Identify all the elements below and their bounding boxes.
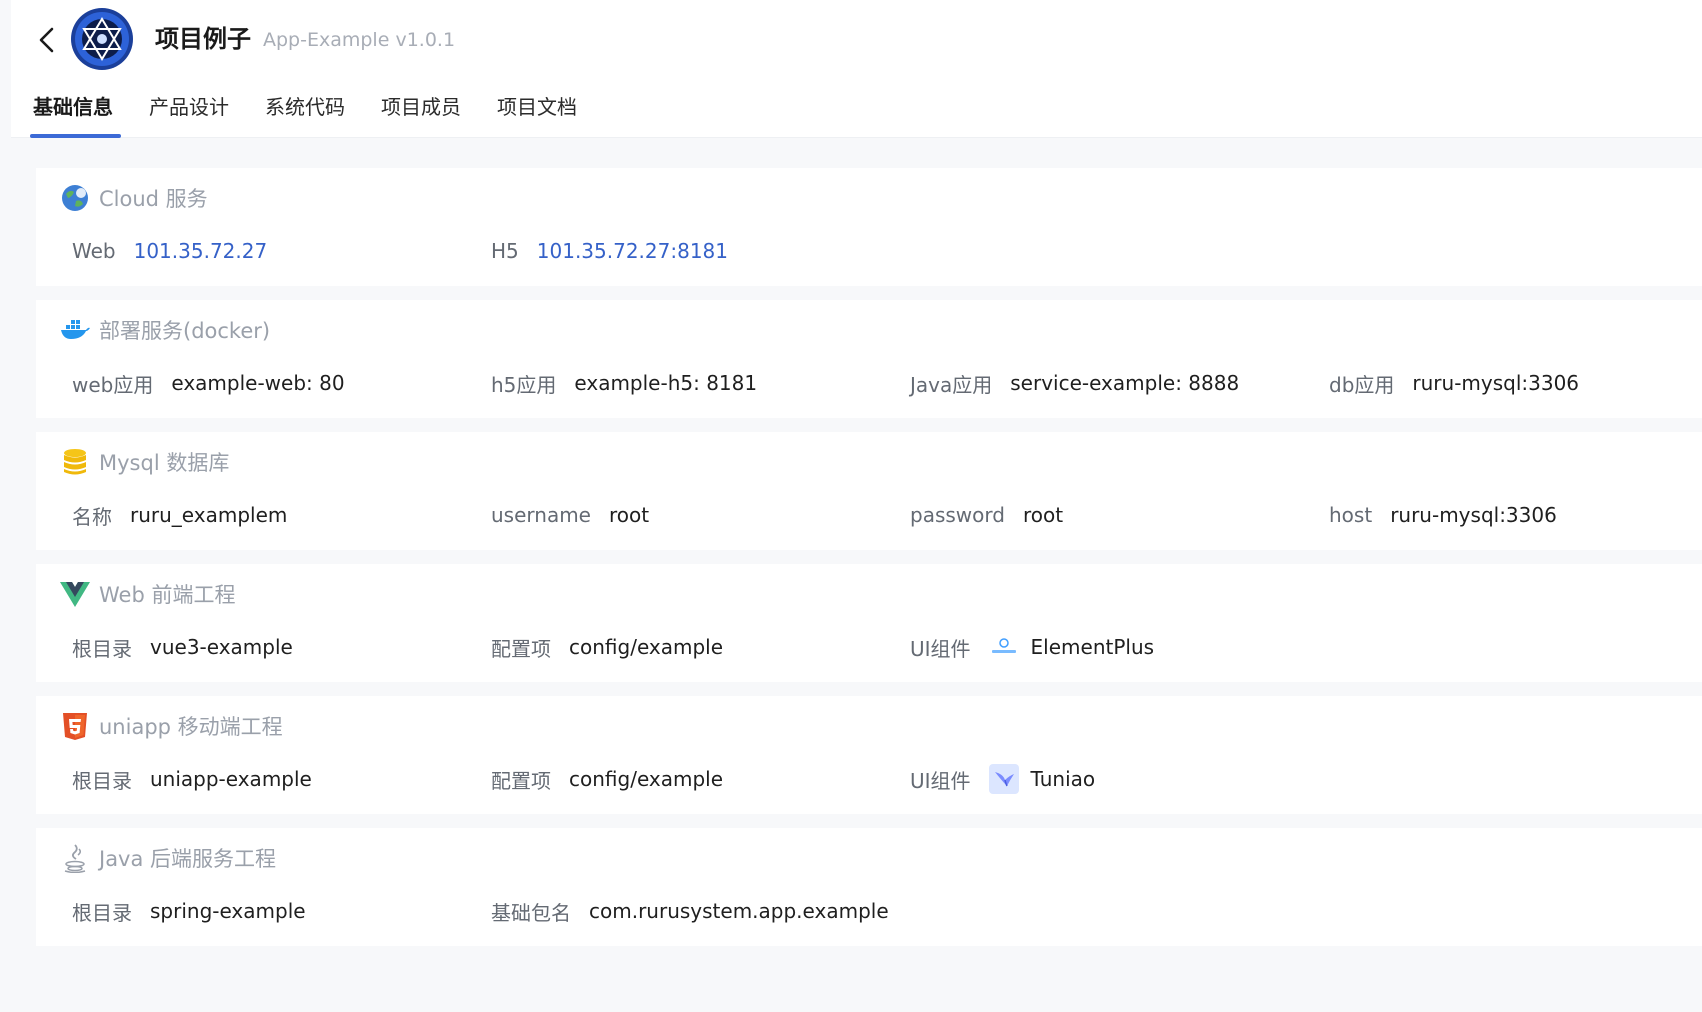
h5-address-link[interactable]: 101.35.72.27:8181: [537, 239, 728, 263]
field-web-app: web应用 example-web: 80: [72, 367, 345, 399]
field-value: root: [609, 503, 650, 527]
field-db-app: db应用 ruru-mysql:3306: [1329, 367, 1579, 399]
field-config: 配置项 config/example: [491, 631, 723, 663]
app-logo: [69, 6, 135, 72]
field-java-app: Java应用 service-example: 8888: [910, 367, 1239, 399]
field-label: 根目录: [72, 900, 132, 925]
section-header: Web 前端工程: [60, 578, 235, 610]
field-label: UI组件: [910, 768, 971, 793]
section-header: Cloud 服务: [60, 182, 208, 214]
tab-project-docs[interactable]: 项目文档: [497, 77, 577, 137]
field-h5-app: h5应用 example-h5: 8181: [491, 367, 757, 399]
field-value: spring-example: [150, 899, 306, 923]
field-value: service-example: 8888: [1010, 371, 1240, 395]
field-label: Web: [72, 239, 116, 263]
field-h5: H5 101.35.72.27:8181: [491, 235, 728, 267]
field-root-dir: 根目录 spring-example: [72, 895, 306, 927]
field-label: H5: [491, 239, 519, 263]
section-docker: 部署服务(docker) web应用 example-web: 80 h5应用 …: [36, 300, 1702, 418]
field-value: ElementPlus: [1030, 635, 1155, 659]
field-label: host: [1329, 503, 1373, 527]
field-label: 配置项: [491, 636, 551, 661]
back-button[interactable]: [27, 20, 67, 60]
field-value: vue3-example: [150, 635, 293, 659]
field-value: example-h5: 8181: [574, 371, 758, 395]
section-mysql: Mysql 数据库 名称 ruru_examplem username root…: [36, 432, 1702, 550]
field-label: 配置项: [491, 768, 551, 793]
html5-icon: [60, 711, 90, 741]
section-header: Mysql 数据库: [60, 446, 229, 478]
field-label: h5应用: [491, 372, 557, 397]
section-title: Web 前端工程: [99, 583, 236, 607]
page-title: 项目例子: [155, 25, 251, 53]
java-icon: [60, 843, 90, 873]
tab-bar: 基础信息 产品设计 系统代码 项目成员 项目文档: [11, 77, 1702, 138]
field-value: com.rurusystem.app.example: [589, 899, 889, 923]
section-title: Mysql 数据库: [99, 451, 230, 475]
field-value: ruru-mysql:3306: [1390, 503, 1557, 527]
field-config: 配置项 config/example: [491, 763, 723, 795]
database-icon: [60, 447, 90, 477]
field-value: root: [1022, 503, 1064, 527]
field-value: config/example: [569, 635, 724, 659]
field-value: Tuniao: [1030, 767, 1096, 791]
field-label: username: [491, 503, 591, 527]
tab-product-design[interactable]: 产品设计: [149, 77, 229, 137]
chevron-left-icon: [39, 27, 54, 53]
cloud-globe-icon: [60, 183, 90, 213]
field-value: ruru-mysql:3306: [1412, 371, 1580, 395]
tab-project-members[interactable]: 项目成员: [381, 77, 461, 137]
field-label: password: [910, 503, 1005, 527]
section-cloud: Cloud 服务 Web 101.35.72.27 H5 101.35.72.2…: [36, 168, 1702, 286]
field-value: uniapp-example: [150, 767, 312, 791]
field-db-name: 名称 ruru_examplem: [72, 499, 287, 531]
field-label: Java应用: [910, 372, 993, 397]
field-value: ruru_examplem: [130, 503, 288, 527]
field-label: 名称: [72, 504, 112, 529]
section-java-backend: Java 后端服务工程 根目录 spring-example 基础包名 com.…: [36, 828, 1702, 946]
field-root-dir: 根目录 vue3-example: [72, 631, 293, 663]
page-header: 项目例子 App-Example v1.0.1: [11, 0, 1702, 78]
tab-basic-info[interactable]: 基础信息: [33, 77, 113, 137]
web-address-link[interactable]: 101.35.72.27: [134, 239, 268, 263]
field-label: 根目录: [72, 636, 132, 661]
section-title: uniapp 移动端工程: [99, 715, 283, 739]
field-label: UI组件: [910, 636, 971, 661]
field-ui-component: UI组件 Tuniao: [910, 763, 1095, 795]
field-label: 基础包名: [491, 900, 571, 925]
field-label: web应用: [72, 372, 154, 397]
field-label: db应用: [1329, 372, 1395, 397]
section-header: 部署服务(docker): [60, 314, 270, 346]
field-value: config/example: [569, 767, 724, 791]
section-web-frontend: Web 前端工程 根目录 vue3-example 配置项 config/exa…: [36, 564, 1702, 682]
section-title: Cloud 服务: [99, 187, 208, 211]
element-plus-icon: [989, 632, 1019, 662]
field-username: username root: [491, 499, 649, 531]
field-host: host ruru-mysql:3306: [1329, 499, 1557, 531]
field-web: Web 101.35.72.27: [72, 235, 267, 267]
docker-icon: [60, 315, 90, 345]
field-ui-component: UI组件 ElementPlus: [910, 631, 1154, 663]
tab-system-code[interactable]: 系统代码: [265, 77, 345, 137]
section-title: 部署服务(docker): [99, 319, 271, 343]
tuniao-bird-icon: [988, 764, 1019, 794]
app-version: App-Example v1.0.1: [263, 29, 456, 51]
section-title: Java 后端服务工程: [99, 847, 277, 871]
section-header: uniapp 移动端工程: [60, 710, 283, 742]
field-password: password root: [910, 499, 1063, 531]
field-label: 根目录: [72, 768, 132, 793]
field-base-package: 基础包名 com.rurusystem.app.example: [491, 895, 889, 927]
section-header: Java 后端服务工程: [60, 842, 276, 874]
field-root-dir: 根目录 uniapp-example: [72, 763, 312, 795]
field-value: example-web: 80: [171, 371, 345, 395]
active-tab-indicator: [30, 134, 121, 138]
vue-icon: [60, 579, 90, 609]
section-uniapp-mobile: uniapp 移动端工程 根目录 uniapp-example 配置项 conf…: [36, 696, 1702, 814]
